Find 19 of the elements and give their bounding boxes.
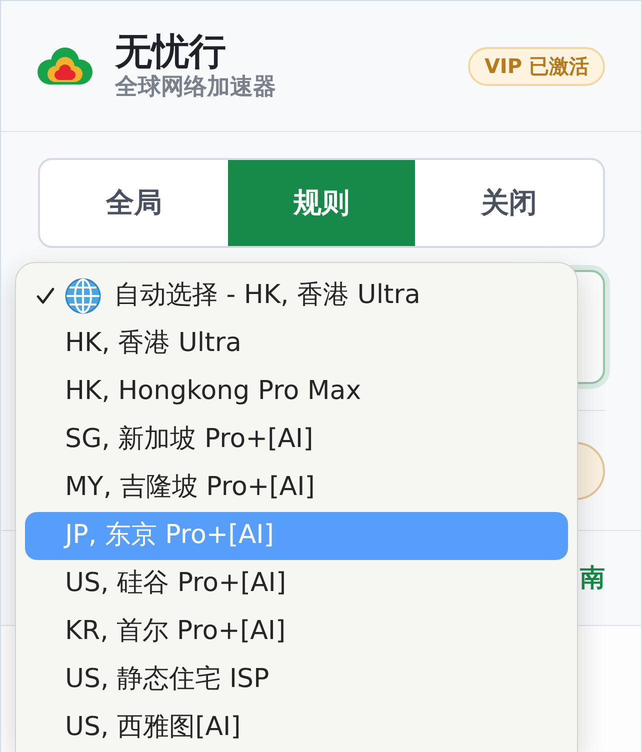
mode-tab[interactable]: 全局 [40,160,228,246]
mode-tab[interactable]: 规则 [228,160,416,246]
menu-option[interactable]: 自动选择 - HK, 香港 Ultra [25,272,568,320]
mode-tab[interactable]: 关闭 [415,160,603,246]
menu-option[interactable]: HK, Hongkong Pro Max [25,368,568,416]
footer-link[interactable]: 南 [580,564,605,592]
menu-option[interactable]: SG, 新加坡 Pro+[AI] [25,416,568,464]
menu-option[interactable]: HK, 香港 Ultra [25,320,568,368]
app-title: 无忧行 [115,31,226,73]
menu-option[interactable]: US, 静态住宅 ISP [25,656,568,704]
app-subtitle: 全球网络加速器 [115,73,276,101]
cloud-logo [37,47,93,85]
menu-option[interactable]: KR, 首尔 Pro+[AI] [25,608,568,656]
menu-option[interactable]: MY, 吉隆坡 Pro+[AI] [25,464,568,512]
menu-option[interactable]: US, 硅谷 Pro+[AI] [25,560,568,608]
check-icon [36,287,55,305]
menu-option[interactable]: US, 西雅图[AI] [25,704,568,752]
status-badge: VIP 已激活 [468,46,605,86]
globe-icon [65,278,101,314]
